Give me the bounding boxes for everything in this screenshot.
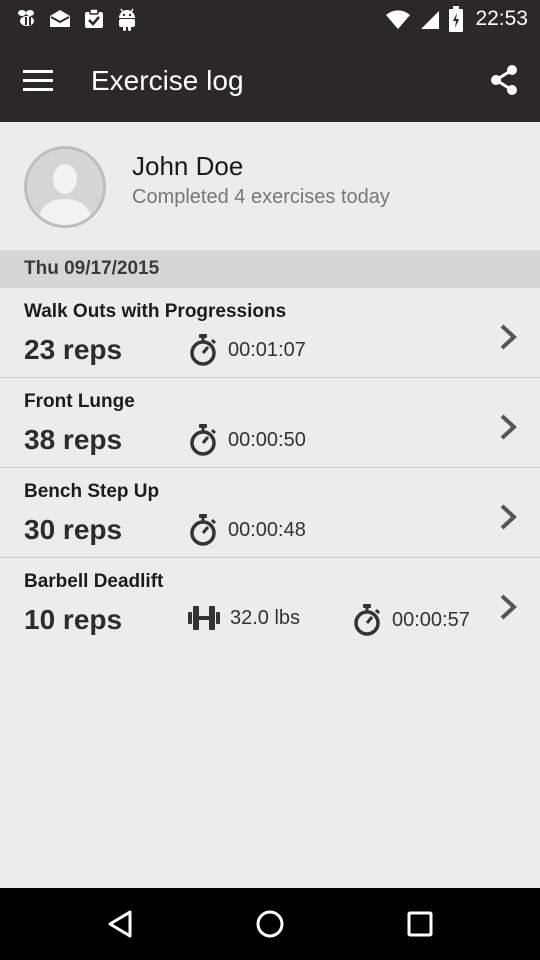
date-label: Thu 09/17/2015 — [24, 258, 160, 279]
exercise-row[interactable]: Barbell Deadlift 10 reps 32.0 lbs 00:00:… — [0, 558, 540, 648]
exercise-name: Bench Step Up — [24, 481, 160, 502]
exercise-reps: 30 reps — [24, 514, 123, 545]
status-time: 22:53 — [475, 7, 528, 30]
exercise-row[interactable]: Front Lunge 38 reps 00:00:50 — [0, 378, 540, 468]
stopwatch-icon — [354, 604, 381, 636]
person-placeholder-icon — [27, 149, 103, 225]
exercise-row[interactable]: Walk Outs with Progressions 23 reps 00:0… — [0, 288, 540, 378]
recents-button[interactable] — [402, 906, 438, 942]
completion-summary: Completed 4 exercises today — [132, 186, 390, 208]
duration-stat: 00:01:07 — [188, 334, 306, 366]
exercise-duration: 00:00:50 — [228, 428, 306, 451]
chevron-right-icon — [500, 324, 517, 350]
signal-icon — [421, 11, 440, 29]
chevron-right-icon — [500, 594, 517, 620]
exercise-name: Barbell Deadlift — [24, 571, 164, 592]
date-section-header: Thu 09/17/2015 — [0, 250, 540, 288]
avatar[interactable] — [24, 146, 106, 228]
system-navigation-bar — [0, 888, 540, 960]
bee-icon — [18, 10, 34, 26]
share-icon — [491, 65, 517, 95]
share-button[interactable] — [486, 62, 522, 98]
stopwatch-icon — [190, 514, 217, 546]
stopwatch-icon — [190, 334, 217, 366]
page-title: Exercise log — [91, 65, 244, 96]
exercise-list: Walk Outs with Progressions 23 reps 00:0… — [0, 288, 540, 648]
back-button[interactable] — [102, 906, 138, 942]
chevron-right-icon — [500, 504, 517, 530]
back-icon — [108, 910, 132, 938]
exercise-duration: 00:00:57 — [392, 608, 470, 631]
exercise-reps: 38 reps — [24, 424, 123, 455]
exercise-weight: 32.0 lbs — [230, 606, 301, 629]
exercise-reps: 23 reps — [24, 334, 123, 365]
duration-stat: 00:00:57 — [352, 604, 470, 636]
hamburger-menu-icon — [23, 70, 53, 91]
exercise-duration: 00:00:48 — [228, 518, 306, 541]
notification-icons — [14, 7, 138, 31]
chevron-right-icon — [500, 414, 517, 440]
exercise-name: Front Lunge — [24, 391, 135, 412]
home-button[interactable] — [252, 906, 288, 942]
exercise-row[interactable]: Bench Step Up 30 reps 00:00:48 — [0, 468, 540, 558]
battery-charging-icon — [449, 6, 464, 32]
stopwatch-icon — [190, 424, 217, 456]
user-name: John Doe — [132, 151, 244, 181]
exercise-name: Walk Outs with Progressions — [24, 301, 287, 322]
exercise-reps: 10 reps — [24, 604, 123, 635]
dumbbell-icon — [188, 606, 220, 630]
recents-icon — [407, 911, 433, 937]
menu-button[interactable] — [20, 64, 56, 98]
duration-stat: 00:00:48 — [188, 514, 306, 546]
exercise-duration: 00:01:07 — [228, 338, 306, 361]
home-icon — [256, 910, 284, 938]
system-status-icons: 22:53 — [385, 6, 528, 32]
weight-stat: 32.0 lbs — [188, 604, 300, 632]
profile-header: John Doe Completed 4 exercises today — [0, 122, 540, 250]
app-bar: Exercise log — [0, 40, 540, 122]
mail-icon — [50, 10, 70, 27]
android-icon — [119, 8, 135, 31]
duration-stat: 00:00:50 — [188, 424, 306, 456]
status-bar: 22:53 — [0, 0, 540, 40]
clipboard-check-icon — [85, 8, 103, 28]
wifi-icon — [386, 10, 411, 29]
